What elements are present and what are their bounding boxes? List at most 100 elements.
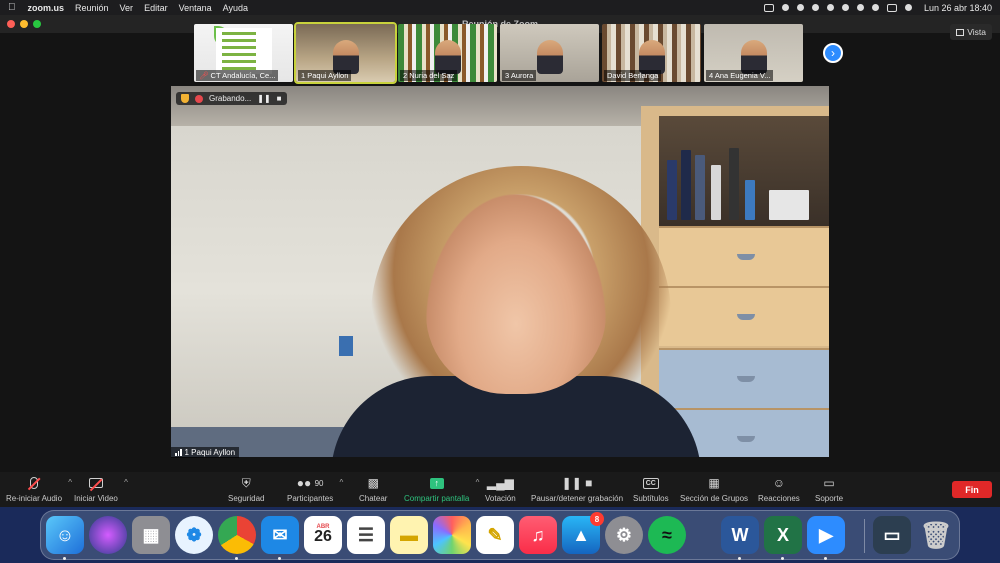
participant-video: [740, 40, 767, 74]
end-meeting-button[interactable]: Fin: [952, 481, 992, 498]
participant-video: [638, 40, 665, 74]
pause-recording-icon[interactable]: ❚❚: [257, 94, 270, 103]
calendar-icon[interactable]: ABR 26: [304, 516, 342, 554]
participant-video: [536, 40, 563, 74]
reminders-icon[interactable]: ☰: [347, 516, 385, 554]
video-options-chevron-icon[interactable]: ^: [124, 478, 128, 487]
notes-icon[interactable]: ▬: [390, 516, 428, 554]
search-icon[interactable]: [871, 4, 879, 11]
monitor-icon: ▭: [823, 476, 835, 490]
siri-icon[interactable]: [904, 4, 912, 11]
excel-icon[interactable]: X: [764, 516, 802, 554]
pause-stop-recording-button[interactable]: ❚❚ ■ Pausar/detener grabación: [531, 475, 623, 503]
video-off-icon: [88, 478, 103, 491]
word-icon[interactable]: W: [721, 516, 759, 554]
macos-dock: ☺ ▦ ❁ ✉ ABR 26 ☰ ▬ ✎ ♫ ▲ 8 ⚙ ≈ W X ▶ ▭ 🗑︎: [40, 510, 960, 560]
participant-strip: 🎤︎ CT Andalucía, Ce... 1 Paqui Ayllon 2 N…: [194, 22, 803, 84]
recording-dot-icon: [195, 94, 203, 103]
support-button[interactable]: ▭ Soporte: [815, 475, 843, 503]
zoom-app-icon[interactable]: ▶: [807, 516, 845, 554]
pause-stop-icon: ❚❚ ■: [561, 476, 593, 490]
participant-name: 3 Aurora: [502, 70, 537, 81]
launchpad-icon[interactable]: ▦: [132, 516, 170, 554]
start-video-button[interactable]: Iniciar Video ^: [74, 475, 128, 503]
participant-thumb[interactable]: 1 Paqui Ayllon: [294, 22, 397, 84]
mail-icon[interactable]: ✉: [261, 516, 299, 554]
finder-icon[interactable]: ☺: [46, 516, 84, 554]
minimized-window-icon[interactable]: ▭: [873, 516, 911, 554]
recording-label: Grabando...: [209, 94, 252, 103]
view-button-label: Vista: [967, 27, 986, 37]
chat-bubble-icon: ▩: [367, 476, 379, 490]
battery-icon[interactable]: [841, 4, 849, 11]
breakout-rooms-button[interactable]: ▦ Sección de Grupos: [680, 475, 748, 503]
siri-app-icon[interactable]: [89, 516, 127, 554]
menu-reunion[interactable]: Reunión: [75, 3, 109, 13]
app-store-icon[interactable]: ▲ 8: [562, 512, 604, 554]
security-button[interactable]: ⛨ Seguridad: [228, 475, 264, 504]
running-indicator: [824, 557, 827, 560]
menu-ventana[interactable]: Ventana: [179, 3, 212, 13]
wifi-icon[interactable]: [856, 4, 864, 11]
running-indicator: [278, 557, 281, 560]
meeting-toolbar: Re-iniciar Audio ^ Iniciar Video ^ ⛨ Seg…: [0, 472, 1000, 507]
menu-editar[interactable]: Editar: [144, 3, 168, 13]
cloud-icon[interactable]: [826, 4, 834, 11]
participant-video: [434, 40, 461, 74]
subtitles-button[interactable]: CC Subtítulos: [633, 475, 669, 503]
participant-video: [332, 40, 359, 74]
running-indicator: [63, 557, 66, 560]
menu-ayuda[interactable]: Ayuda: [223, 3, 248, 13]
spotify-icon[interactable]: ≈: [648, 516, 686, 554]
participant-name: 🎤︎ CT Andalucía, Ce...: [196, 70, 279, 81]
share-screen-button[interactable]: ↑ Compartir pantalla ^: [404, 475, 479, 503]
menubar-clock[interactable]: Lun 26 abr 18:40: [924, 3, 992, 13]
microphone-off-icon: [27, 477, 41, 490]
participants-chevron-icon[interactable]: ^: [339, 478, 343, 487]
shield-icon: ⛨: [241, 475, 251, 490]
stop-recording-icon[interactable]: ■: [277, 94, 282, 103]
dropbox-icon[interactable]: [796, 4, 804, 11]
pages-icon[interactable]: ✎: [476, 516, 514, 554]
participant-name: David Berlanga: [604, 70, 662, 81]
chrome-icon[interactable]: [218, 516, 256, 554]
grid-view-icon: [956, 28, 965, 36]
reactions-button[interactable]: ☺ Reacciones: [758, 475, 800, 503]
participants-button[interactable]: ●● 90 Participantes ^: [287, 475, 343, 503]
tools-icon[interactable]: [811, 4, 819, 11]
participant-thumb[interactable]: 2 Nuria del Saz: [398, 24, 497, 82]
running-indicator: [235, 557, 238, 560]
participants-count: 90: [314, 478, 324, 488]
security-shield-icon: [181, 94, 189, 103]
grid-icon: ▦: [708, 476, 720, 490]
share-options-chevron-icon[interactable]: ^: [476, 478, 480, 487]
screen-record-icon[interactable]: [763, 3, 774, 12]
participant-thumb[interactable]: David Berlanga: [602, 24, 701, 82]
trash-icon[interactable]: 🗑︎: [917, 516, 955, 554]
menu-app-name[interactable]: zoom.us: [28, 3, 65, 13]
safari-icon[interactable]: ❁: [175, 516, 213, 554]
music-icon[interactable]: ♫: [519, 516, 557, 554]
audio-options-chevron-icon[interactable]: ^: [68, 478, 72, 487]
unmute-button[interactable]: Re-iniciar Audio ^: [6, 475, 72, 503]
dock-separator: [864, 519, 865, 553]
participant-thumb[interactable]: 3 Aurora: [500, 24, 599, 82]
participant-thumb[interactable]: 4 Ana Eugenia V...: [704, 24, 803, 82]
control-center-icon[interactable]: [886, 3, 897, 12]
running-indicator: [781, 557, 784, 560]
share-screen-icon: ↑: [429, 477, 444, 489]
recording-indicator: Grabando... ❚❚ ■: [176, 92, 287, 105]
menu-ver[interactable]: Ver: [120, 3, 134, 13]
participant-thumb[interactable]: 🎤︎ CT Andalucía, Ce...: [194, 24, 293, 82]
speaker-name-tag: 1 Paqui Ayllon: [171, 447, 240, 458]
poll-button[interactable]: ▂▄▆ Votación: [485, 475, 516, 503]
status-tray: Lun 26 abr 18:40: [763, 3, 992, 13]
system-preferences-icon[interactable]: ⚙: [605, 516, 643, 554]
participant-name: 4 Ana Eugenia V...: [706, 70, 774, 81]
view-button[interactable]: Vista: [950, 24, 992, 40]
chat-button[interactable]: ▩ Chatear: [359, 475, 387, 503]
next-page-arrow-icon[interactable]: ›: [823, 43, 843, 63]
photos-icon[interactable]: [433, 516, 471, 554]
bluetooth-icon[interactable]: [781, 4, 789, 11]
apple-menu-icon[interactable]: : [8, 2, 16, 13]
